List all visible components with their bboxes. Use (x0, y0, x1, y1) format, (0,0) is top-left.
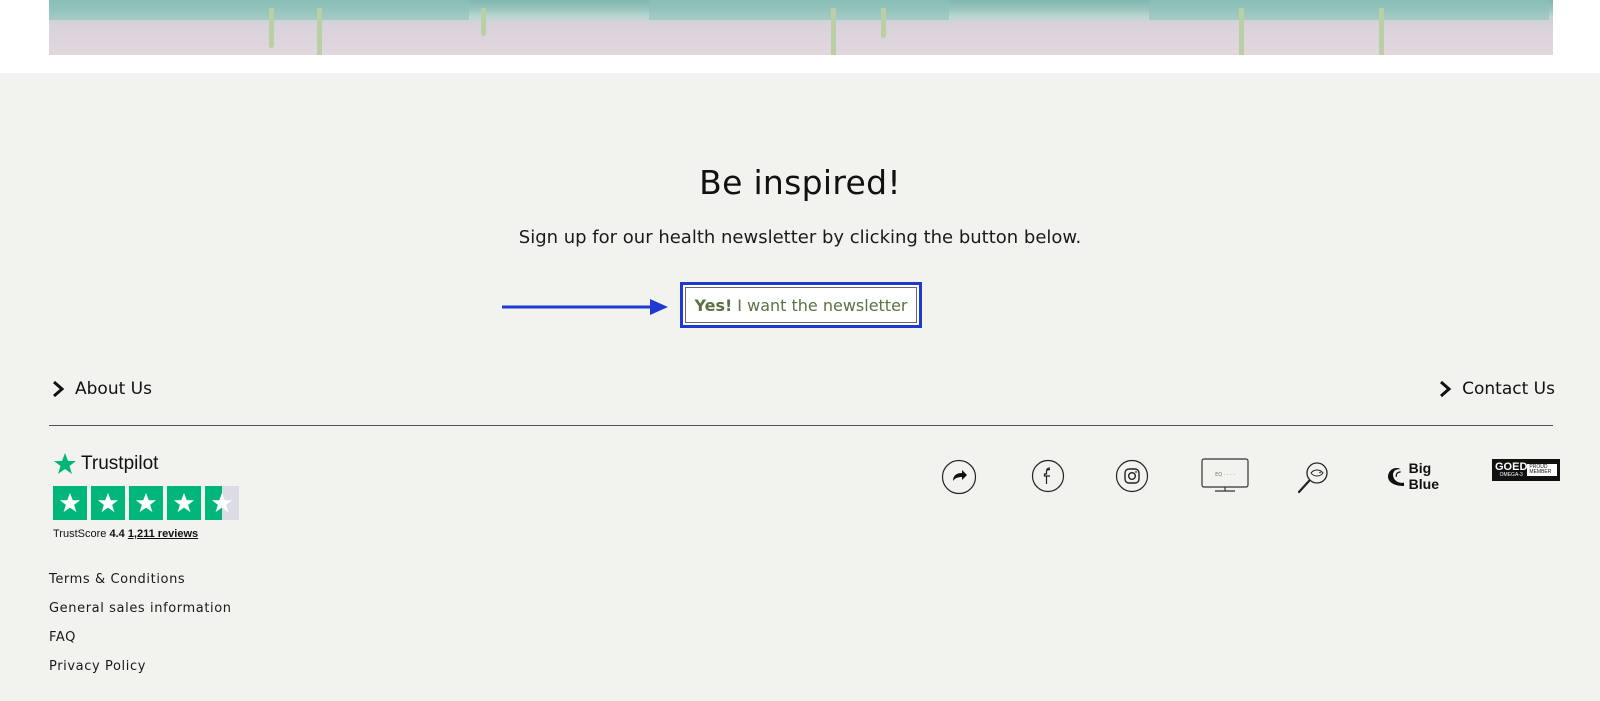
magnifier-fish-icon[interactable] (1296, 459, 1332, 495)
arrow-icon (502, 299, 668, 315)
legal-links: Terms & Conditions General sales informa… (49, 570, 232, 686)
facebook-icon[interactable] (1031, 459, 1065, 493)
faq-link[interactable]: FAQ (49, 628, 232, 657)
chevron-right-icon (53, 380, 65, 398)
trustscore-label: TrustScore (53, 528, 107, 540)
trustpilot-brand-text: Trustpilot (81, 453, 159, 474)
contact-us-label: Contact Us (1462, 379, 1555, 399)
big-blue-logo[interactable]: Big Blue (1384, 460, 1456, 492)
privacy-link[interactable]: Privacy Policy (49, 657, 232, 686)
tv-icon[interactable]: EQ · · · · (1201, 458, 1249, 492)
big-blue-text: Big Blue (1408, 460, 1440, 492)
trustpilot-brand: Trustpilot (53, 452, 253, 476)
big-blue-wave-icon (1388, 467, 1405, 487)
trustscore-text: TrustScore 4.4 1,211 reviews (53, 528, 253, 540)
star-icon (91, 486, 125, 520)
newsletter-signup-button[interactable]: Yes! I want the newsletter (680, 282, 922, 328)
about-us-link[interactable]: About Us (51, 379, 152, 399)
goed-sub-text: OMEGA-3 (1499, 472, 1523, 478)
top-image-strip (0, 0, 1600, 73)
trustpilot-star-icon (54, 453, 76, 474)
button-bold-text: Yes! (694, 295, 733, 315)
chevron-right-icon (1440, 380, 1452, 398)
goed-mark: GOED OMEGA-3 (1495, 462, 1527, 478)
about-us-label: About Us (75, 379, 152, 399)
star-icon (129, 486, 163, 520)
svg-text:EQ · · · ·: EQ · · · · (1215, 472, 1235, 478)
contact-us-link[interactable]: Contact Us (1438, 379, 1555, 399)
star-icon (53, 486, 87, 520)
terms-link[interactable]: Terms & Conditions (49, 570, 232, 599)
footer-divider (49, 425, 1553, 426)
hero-image (49, 0, 1553, 55)
general-sales-link[interactable]: General sales information (49, 599, 232, 628)
trustpilot-stars (53, 486, 253, 520)
instagram-icon[interactable] (1115, 459, 1149, 493)
star-icon (167, 486, 201, 520)
newsletter-title: Be inspired! (699, 163, 901, 202)
share-icon[interactable] (941, 459, 977, 495)
goed-member-text: PROUD MEMBER (1527, 464, 1557, 476)
reviews-link[interactable]: 1,211 reviews (128, 528, 198, 540)
newsletter-subtitle: Sign up for our health newsletter by cli… (518, 227, 1082, 248)
half-star-icon (205, 486, 239, 520)
trustscore-value: 4.4 (109, 528, 125, 540)
trustpilot-widget[interactable]: Trustpilot TrustScore 4.4 1,211 reviews (53, 452, 253, 547)
goed-logo[interactable]: GOED OMEGA-3 PROUD MEMBER (1492, 459, 1560, 481)
button-text: I want the newsletter (737, 295, 908, 315)
